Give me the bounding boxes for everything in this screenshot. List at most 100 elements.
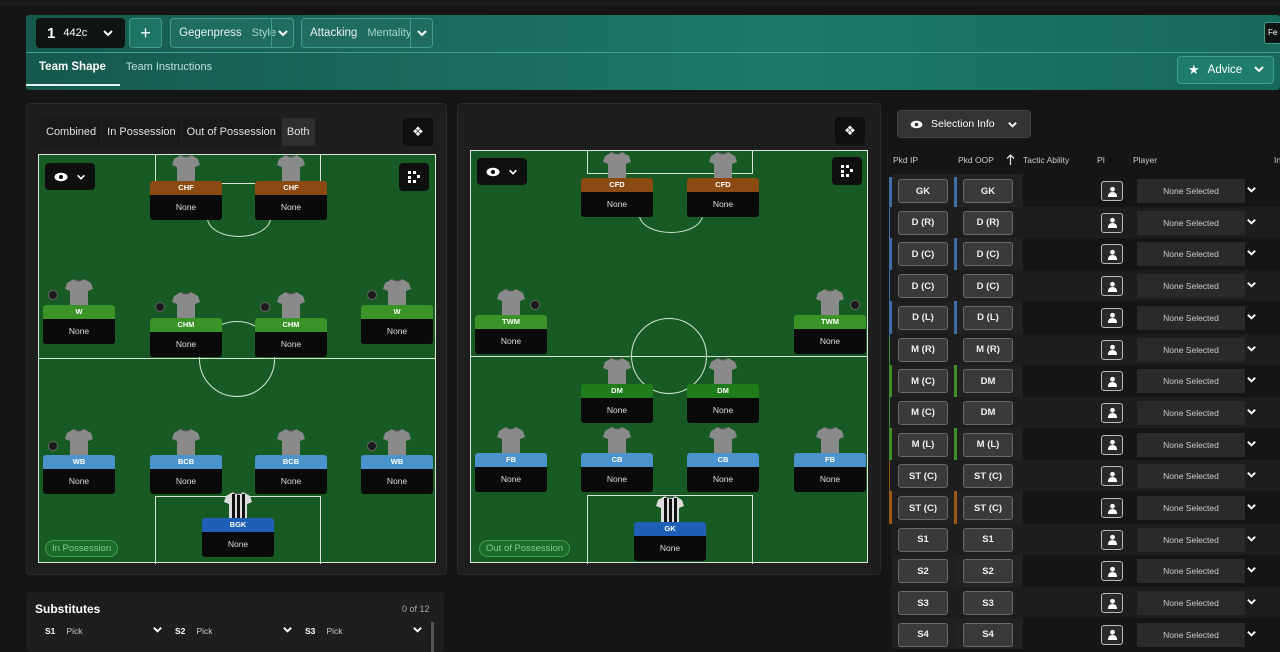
visibility-toggle[interactable] xyxy=(45,163,95,190)
person-icon[interactable] xyxy=(1101,276,1123,297)
person-icon[interactable] xyxy=(1101,244,1123,265)
player-card[interactable]: BCB None xyxy=(255,428,327,501)
player-card[interactable]: WB None xyxy=(43,428,115,501)
pkd-oop-position[interactable]: S4 xyxy=(963,622,1013,647)
player-card[interactable]: DM None xyxy=(581,357,653,430)
player-card[interactable]: FB None xyxy=(794,426,866,499)
pkd-ip-position[interactable]: GK xyxy=(898,179,948,203)
formation-tools-button[interactable]: ❖ xyxy=(835,117,865,145)
player-card[interactable]: CHM None xyxy=(150,291,222,364)
grid-toggle-button[interactable] xyxy=(399,163,429,191)
person-icon[interactable] xyxy=(1101,402,1123,423)
add-tactic-button[interactable]: + xyxy=(129,18,162,48)
column-pkd-oop[interactable]: Pkd OOP xyxy=(958,155,994,165)
tab-team-instructions[interactable]: Team Instructions xyxy=(126,61,212,73)
player-select[interactable]: None Selected xyxy=(1137,274,1245,299)
chevron-down-icon[interactable] xyxy=(1246,343,1257,357)
player-card[interactable]: TWM None xyxy=(794,288,866,361)
player-select[interactable]: None Selected xyxy=(1137,337,1245,362)
player-card[interactable]: GK None xyxy=(634,495,706,568)
player-select[interactable]: None Selected xyxy=(1137,622,1245,647)
column-pkd-ip[interactable]: Pkd IP xyxy=(893,155,918,165)
pkd-oop-position[interactable]: M (R) xyxy=(963,337,1013,362)
chevron-down-icon[interactable] xyxy=(1246,279,1257,293)
pkd-oop-position[interactable]: D (L) xyxy=(963,305,1013,330)
player-card[interactable]: FB None xyxy=(475,426,547,499)
pkd-ip-position[interactable]: S4 xyxy=(898,622,948,647)
pkd-ip-position[interactable]: D (L) xyxy=(898,305,948,330)
column-player[interactable]: Player xyxy=(1133,155,1157,165)
cut-off-button[interactable]: Fe xyxy=(1264,22,1280,44)
pkd-oop-position[interactable]: GK xyxy=(963,179,1013,203)
pkd-oop-position[interactable]: M (L) xyxy=(963,432,1013,457)
player-card[interactable]: W None xyxy=(361,278,433,351)
player-select[interactable]: None Selected xyxy=(1137,242,1245,267)
chevron-down-icon[interactable] xyxy=(1246,533,1257,547)
pkd-oop-position[interactable]: DM xyxy=(963,369,1013,394)
chevron-down-icon[interactable] xyxy=(1246,596,1257,610)
role-duty-icon[interactable] xyxy=(850,300,860,310)
pkd-oop-position[interactable]: D (R) xyxy=(963,210,1013,235)
scrollbar[interactable] xyxy=(431,622,434,652)
pkd-ip-position[interactable]: D (C) xyxy=(898,242,948,267)
player-select[interactable]: None Selected xyxy=(1137,464,1245,489)
pkd-ip-position[interactable]: M (C) xyxy=(898,369,948,394)
chevron-down-icon[interactable] xyxy=(1246,216,1257,230)
player-card[interactable]: CHF None xyxy=(150,154,222,227)
person-icon[interactable] xyxy=(1101,498,1123,518)
player-select[interactable]: None Selected xyxy=(1137,369,1245,394)
person-icon[interactable] xyxy=(1101,624,1123,645)
player-card[interactable]: CHM None xyxy=(255,291,327,364)
player-select[interactable]: None Selected xyxy=(1137,559,1245,584)
pkd-ip-position[interactable]: D (C) xyxy=(898,274,948,299)
player-card[interactable]: BGK None xyxy=(202,491,274,564)
chevron-down-icon[interactable] xyxy=(1246,184,1257,198)
pkd-oop-position[interactable]: DM xyxy=(963,400,1013,425)
chevron-down-icon[interactable] xyxy=(1246,311,1257,325)
chevron-down-icon[interactable] xyxy=(1246,406,1257,420)
person-icon[interactable] xyxy=(1101,466,1123,487)
person-icon[interactable] xyxy=(1101,212,1123,233)
player-card[interactable]: TWM None xyxy=(475,288,547,361)
chevron-down-icon[interactable] xyxy=(1246,438,1257,452)
pkd-oop-position[interactable]: S2 xyxy=(963,559,1013,584)
pkd-ip-position[interactable]: D (R) xyxy=(898,210,948,235)
pkd-oop-position[interactable]: D (C) xyxy=(963,242,1013,267)
pkd-ip-position[interactable]: M (R) xyxy=(898,337,948,362)
role-duty-icon[interactable] xyxy=(48,441,58,451)
player-select[interactable]: None Selected xyxy=(1137,305,1245,330)
player-card[interactable]: WB None xyxy=(361,428,433,501)
substitute-slot[interactable]: S2 Pick xyxy=(175,625,293,639)
role-duty-icon[interactable] xyxy=(260,302,270,312)
person-icon[interactable] xyxy=(1101,529,1123,550)
visibility-toggle[interactable] xyxy=(477,158,527,185)
player-card[interactable]: CFD None xyxy=(581,151,653,224)
column-cut-off[interactable]: In xyxy=(1274,155,1280,165)
pkd-ip-position[interactable]: S3 xyxy=(898,591,948,616)
pkd-oop-position[interactable]: ST (C) xyxy=(963,496,1013,520)
pkd-ip-position[interactable]: M (C) xyxy=(898,400,948,425)
person-icon[interactable] xyxy=(1101,593,1123,614)
person-icon[interactable] xyxy=(1101,561,1123,582)
chevron-down-icon[interactable] xyxy=(1246,628,1257,642)
grid-toggle-button[interactable] xyxy=(832,157,862,185)
role-duty-icon[interactable] xyxy=(48,290,58,300)
advice-button[interactable]: ★ Advice xyxy=(1177,56,1274,84)
pkd-ip-position[interactable]: S2 xyxy=(898,559,948,584)
view-both[interactable]: Both xyxy=(281,118,316,146)
player-select[interactable]: None Selected xyxy=(1137,210,1245,235)
player-card[interactable]: CFD None xyxy=(687,151,759,224)
role-duty-icon[interactable] xyxy=(155,302,165,312)
player-select[interactable]: None Selected xyxy=(1137,591,1245,616)
person-icon[interactable] xyxy=(1101,434,1123,455)
formation-selector[interactable]: 1 442c xyxy=(36,18,125,48)
substitute-slot[interactable]: S3 Pick xyxy=(305,625,423,639)
view-out-of-possession[interactable]: Out of Possession xyxy=(182,118,282,146)
player-select[interactable]: None Selected xyxy=(1137,496,1245,520)
tab-team-shape[interactable]: Team Shape xyxy=(26,61,120,86)
column-tactic-ability[interactable]: Tactic Ability xyxy=(1023,155,1069,165)
person-icon[interactable] xyxy=(1101,371,1123,392)
player-select[interactable]: None Selected xyxy=(1137,400,1245,425)
player-select[interactable]: None Selected xyxy=(1137,432,1245,457)
pkd-oop-position[interactable]: D (C) xyxy=(963,274,1013,299)
